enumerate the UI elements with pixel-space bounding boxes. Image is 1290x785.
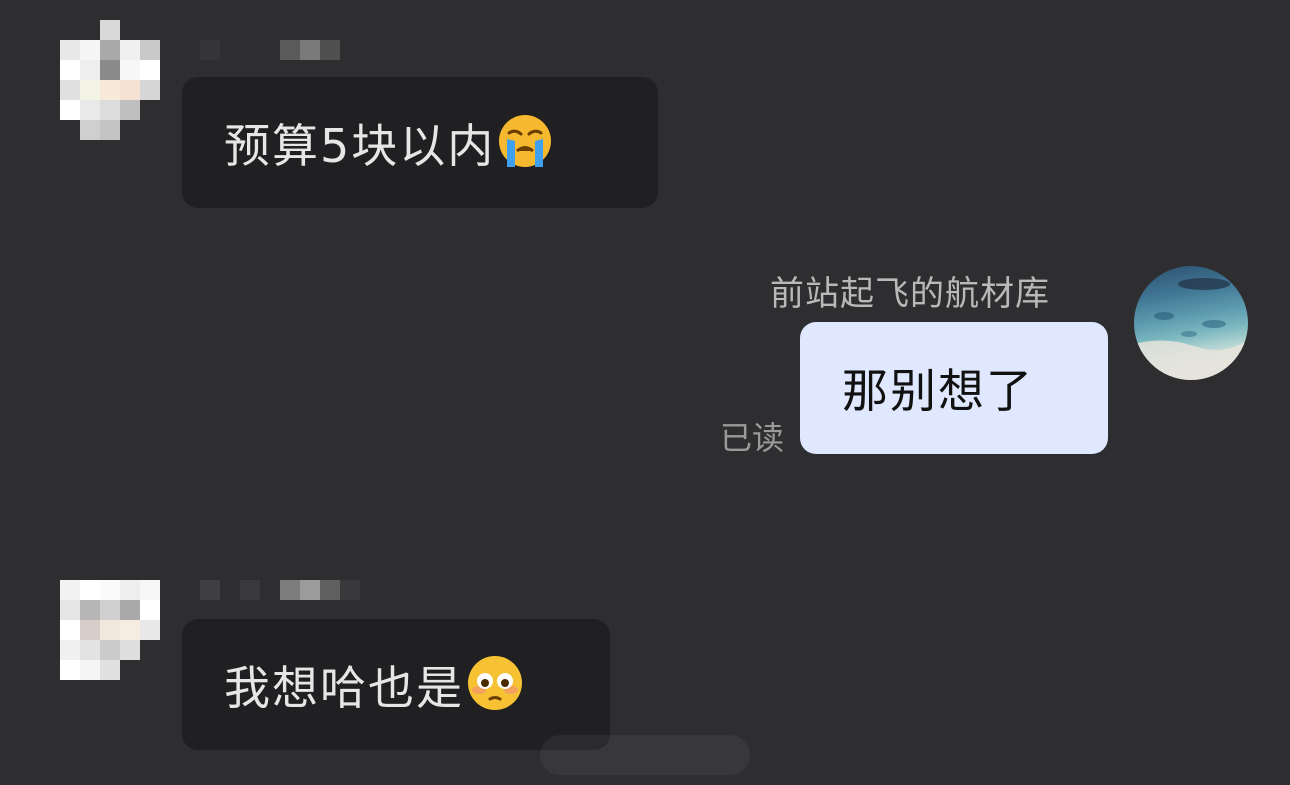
loudly-crying-face-icon xyxy=(497,113,553,173)
flushed-face-icon xyxy=(466,654,524,716)
read-receipt-status: 已读 xyxy=(720,419,785,457)
faded-overlay xyxy=(540,735,750,775)
contact-avatar-pixelated[interactable] xyxy=(60,20,160,140)
message-bubble-incoming[interactable]: 预算5块以内 xyxy=(182,77,658,208)
contact-name-pixelated xyxy=(200,580,360,600)
message-text: 那别想了 xyxy=(842,364,1034,418)
contact-name-pixelated xyxy=(200,40,340,60)
message-bubble-outgoing[interactable]: 那别想了 xyxy=(800,322,1108,454)
self-avatar[interactable] xyxy=(1134,266,1248,380)
message-text: 我想哈也是 xyxy=(224,660,464,715)
contact-avatar-pixelated[interactable] xyxy=(60,580,160,680)
chat-screen: 预算5块以内 前站起飞的航材库 已读 那别想了 我想哈也是 xyxy=(0,0,1290,785)
message-text: 预算5块以内 xyxy=(224,118,496,173)
message-bubble-incoming[interactable]: 我想哈也是 xyxy=(182,619,610,750)
self-sender-name: 前站起飞的航材库 xyxy=(770,274,1050,314)
